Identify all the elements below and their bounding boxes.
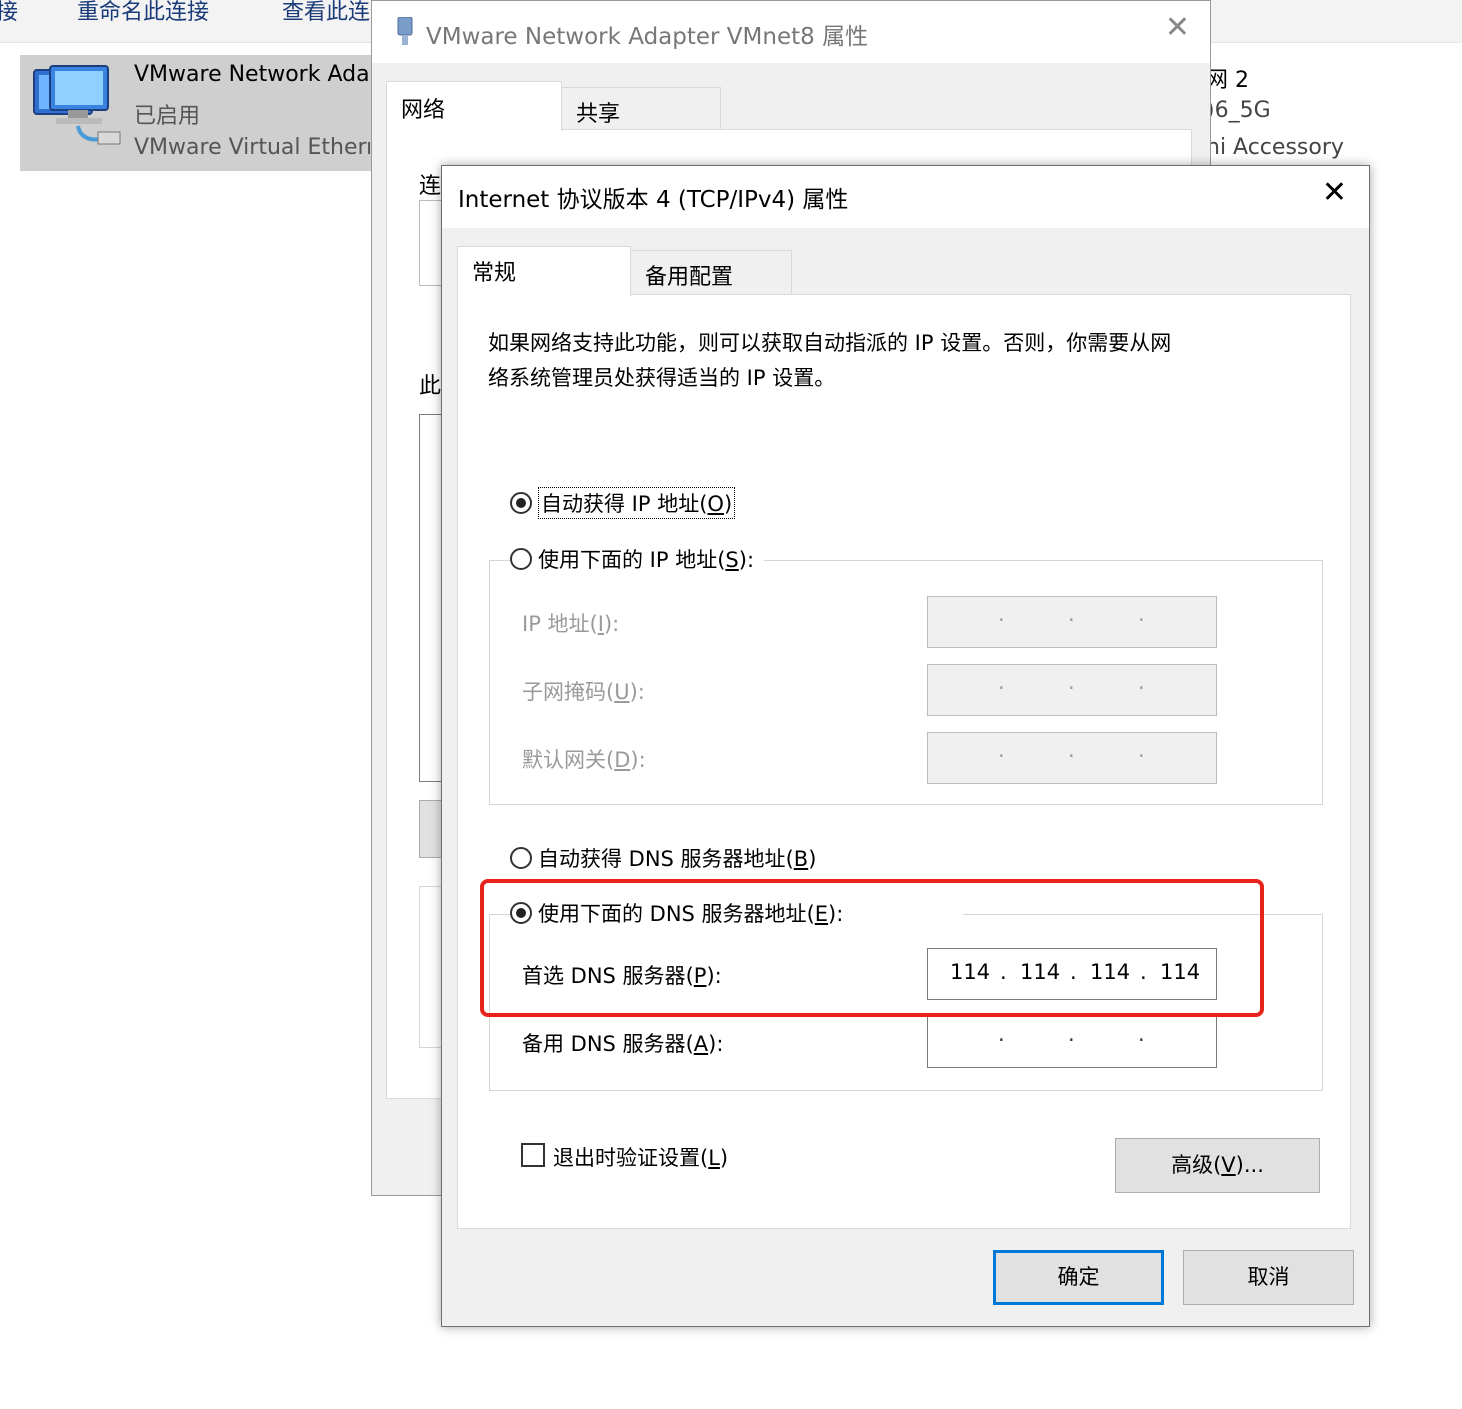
toolbar-item-truncated[interactable]: 接 (0, 0, 18, 26)
radio-unchecked-icon (510, 548, 532, 570)
tab-general-label: 常规 (472, 261, 517, 286)
obtain-dns-auto-label: 自动获得 DNS 服务器地址(B) (538, 847, 817, 871)
dialog-title: VMware Network Adapter VMnet8 属性 (426, 24, 869, 50)
description-line-1: 如果网络支持此功能，则可以获取自动指派的 IP 设置。否则，你需要从网 (488, 331, 1172, 355)
adapter-status: 已启用 (134, 104, 201, 129)
obtain-ip-auto-label: 自动获得 IP 地址(O) (538, 487, 736, 519)
tab-alternate-label: 备用配置 (645, 265, 734, 290)
default-gateway-label: 默认网关(D): (522, 748, 646, 772)
alternate-dns-label: 备用 DNS 服务器(A): (522, 1032, 724, 1056)
subnet-mask-label: 子网掩码(U): (522, 680, 645, 704)
obtain-ip-auto-radio[interactable]: 自动获得 IP 地址(O) (510, 487, 736, 519)
tab-general[interactable]: 常规 (457, 246, 631, 296)
radio-checked-icon (510, 902, 532, 924)
cancel-button[interactable]: 取消 (1183, 1250, 1354, 1305)
preferred-dns-label: 首选 DNS 服务器(P): (522, 964, 722, 988)
dialog-title: Internet 协议版本 4 (TCP/IPv4) 属性 (458, 187, 849, 213)
validate-settings-label: 退出时验证设置(L) (553, 1146, 729, 1170)
advanced-button[interactable]: 高级(V)... (1115, 1138, 1320, 1193)
close-icon[interactable]: ✕ (1165, 13, 1190, 43)
close-icon[interactable]: ✕ (1322, 178, 1347, 208)
radio-checked-icon (510, 492, 532, 514)
tab-sharing[interactable]: 共享 (561, 87, 721, 131)
tab-alternate-config[interactable]: 备用配置 (630, 250, 792, 295)
use-static-ip-radio[interactable]: 使用下面的 IP 地址(S): (510, 544, 765, 574)
radio-unchecked-icon (510, 847, 532, 869)
toolbar-rename-connection[interactable]: 重命名此连接 (77, 0, 209, 26)
default-gateway-field[interactable]: · · · (927, 732, 1217, 784)
tab-network-label: 网络 (401, 98, 446, 123)
connect-using-label: 连 (419, 174, 442, 199)
preferred-dns-field[interactable]: 114 . 114 . 114 . 114 (927, 948, 1217, 1000)
network-adapter-icon (33, 65, 121, 145)
adapter-name: VMware Network Ada (134, 62, 370, 87)
ipv4-properties-dialog: Internet 协议版本 4 (TCP/IPv4) 属性 ✕ 常规 备用配置 … (441, 165, 1370, 1327)
right-adapter-name: 网 2 (1206, 68, 1249, 93)
titlebar: Internet 协议版本 4 (TCP/IPv4) 属性 ✕ (442, 166, 1369, 228)
use-static-ip-label: 使用下面的 IP 地址(S): (538, 548, 755, 572)
description-text: 如果网络支持此功能，则可以获取自动指派的 IP 设置。否则，你需要从网 络系统管… (488, 326, 1288, 396)
toolbar-view-status[interactable]: 查看此连 (282, 0, 370, 26)
tab-sharing-label: 共享 (576, 102, 621, 127)
right-adapter-driver: ni Accessory (1206, 135, 1344, 160)
validate-settings-checkbox[interactable] (521, 1143, 545, 1167)
ok-button[interactable]: 确定 (993, 1250, 1164, 1305)
alternate-dns-field[interactable]: · · · (927, 1016, 1217, 1068)
subnet-mask-field[interactable]: · · · (927, 664, 1217, 716)
adapter-small-icon (397, 17, 413, 45)
obtain-dns-auto-radio[interactable]: 自动获得 DNS 服务器地址(B) (510, 843, 816, 873)
components-label: 此 (419, 374, 442, 399)
use-static-dns-label: 使用下面的 DNS 服务器地址(E): (538, 902, 844, 926)
tab-network[interactable]: 网络 (386, 81, 562, 131)
titlebar: VMware Network Adapter VMnet8 属性 ✕ (372, 1, 1210, 63)
adapter-driver: VMware Virtual Ethern (134, 135, 370, 160)
description-line-2: 络系统管理员处获得适当的 IP 设置。 (488, 366, 836, 390)
right-adapter-ssid: )6_5G (1206, 98, 1271, 123)
ip-address-field[interactable]: · · · (927, 596, 1217, 648)
use-static-dns-radio[interactable]: 使用下面的 DNS 服务器地址(E): (510, 898, 964, 928)
ip-address-label: IP 地址(I): (522, 612, 620, 636)
